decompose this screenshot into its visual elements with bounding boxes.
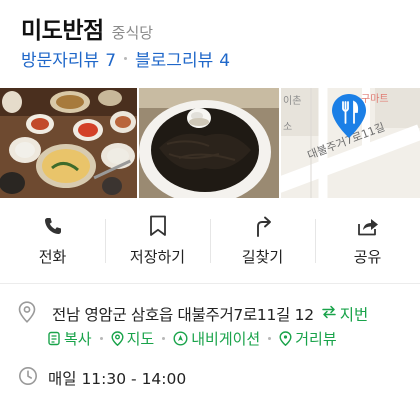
visitor-review-count: 7 — [105, 51, 117, 71]
visitor-review-link[interactable]: 방문자리뷰 7 — [21, 46, 116, 71]
location-pin-icon — [18, 301, 42, 327]
map-corner-label-1: 이촌 — [283, 96, 302, 107]
call-button[interactable]: 전화 — [0, 215, 105, 267]
copy-label: 복사 — [64, 330, 92, 348]
directions-button[interactable]: 길찾기 — [210, 215, 315, 267]
hours-row: 매일 11:30 - 14:00 — [18, 366, 186, 390]
photo-strip: 이촌 구마트 소 대불주거7로11길 — [0, 88, 420, 198]
save-label: 저장하기 — [129, 248, 186, 266]
bookmark-icon — [149, 215, 167, 237]
jibun-toggle[interactable]: 지번 — [322, 303, 369, 325]
map-label: 지도 — [126, 330, 155, 348]
street-view-label: 거리뷰 — [295, 330, 337, 348]
address-actions: 복사 지도 내비게이션 거리뷰 — [47, 328, 337, 349]
save-button[interactable]: 저장하기 — [105, 215, 210, 267]
call-label: 전화 — [38, 248, 67, 266]
map-thumbnail[interactable]: 이촌 구마트 소 대불주거7로11길 — [281, 88, 420, 198]
clock-icon — [18, 366, 38, 390]
address-text: 전남 영암군 삼호읍 대불주거7로11길 12 — [52, 306, 314, 324]
directions-label: 길찾기 — [241, 248, 284, 266]
opening-hours: 매일 11:30 - 14:00 — [48, 370, 187, 388]
navigation-icon — [173, 331, 188, 346]
share-label: 공유 — [353, 248, 382, 266]
street-view-link[interactable]: 거리뷰 — [279, 328, 337, 349]
swap-icon — [322, 305, 336, 323]
navigation-link[interactable]: 내비게이션 — [173, 328, 260, 349]
jjajangmyeon-image — [139, 88, 279, 198]
blog-review-label: 블로그리뷰 — [135, 51, 214, 71]
directions-icon — [253, 215, 273, 237]
place-header: 미도반점 중식당 — [21, 11, 153, 45]
separator-dot — [162, 337, 166, 340]
street-view-icon — [279, 331, 292, 346]
phone-icon — [43, 215, 63, 237]
copy-address-button[interactable]: 복사 — [47, 328, 92, 349]
place-category: 중식당 — [111, 24, 154, 42]
action-bar: 전화 저장하기 길찾기 공유 — [0, 215, 420, 267]
jibun-label: 지번 — [339, 306, 369, 324]
photo-side-dishes[interactable] — [0, 88, 137, 198]
restaurant-pin-icon[interactable] — [332, 94, 366, 138]
separator-dot — [124, 57, 128, 60]
photo-jjajangmyeon[interactable] — [139, 88, 279, 198]
side-dishes-image — [0, 88, 137, 198]
map-side-label: 소 — [283, 122, 293, 133]
address-row: 전남 영암군 삼호읍 대불주거7로11길 12 지번 — [18, 301, 368, 327]
copy-icon — [47, 331, 61, 346]
visitor-review-label: 방문자리뷰 — [21, 51, 100, 71]
map-link[interactable]: 지도 — [111, 328, 155, 349]
separator-dot — [268, 337, 272, 340]
review-links: 방문자리뷰 7 블로그리뷰 4 — [21, 46, 230, 71]
separator-dot — [99, 337, 103, 340]
place-name: 미도반점 — [21, 18, 104, 44]
share-icon — [357, 215, 379, 237]
section-divider — [0, 283, 420, 284]
share-button[interactable]: 공유 — [315, 215, 420, 267]
blog-review-link[interactable]: 블로그리뷰 4 — [135, 46, 230, 71]
map-pin-icon — [111, 331, 124, 346]
navigation-label: 내비게이션 — [191, 330, 261, 348]
blog-review-count: 4 — [219, 51, 231, 71]
